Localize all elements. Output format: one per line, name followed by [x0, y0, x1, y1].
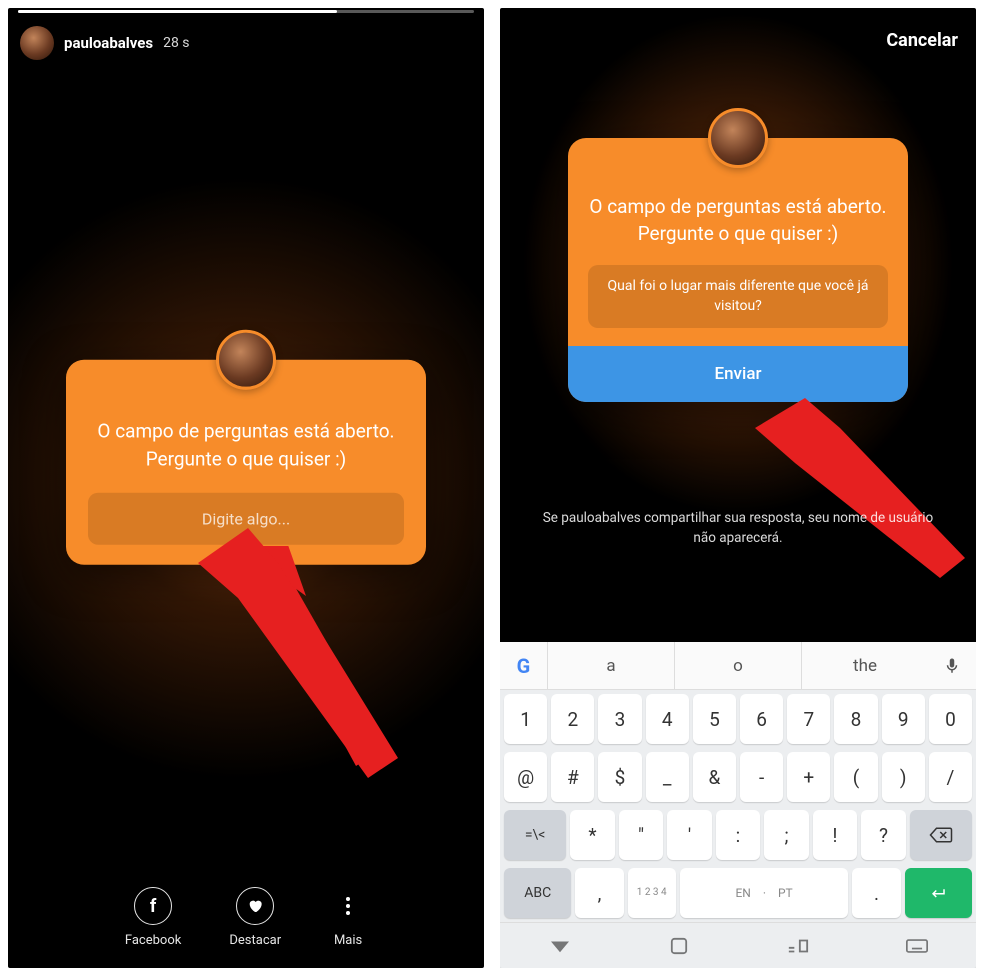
highlight-button[interactable]: Destacar — [229, 887, 281, 948]
share-facebook-button[interactable]: f Facebook — [125, 887, 181, 948]
key-4[interactable]: 4 — [646, 694, 689, 744]
nav-keyboard-switch[interactable] — [857, 923, 976, 968]
facebook-label: Facebook — [125, 933, 181, 948]
key-hash[interactable]: # — [551, 752, 594, 802]
key-3[interactable]: 3 — [598, 694, 641, 744]
heart-icon — [236, 887, 274, 925]
google-search-icon[interactable]: G — [500, 642, 548, 689]
key-rparen[interactable]: ) — [882, 752, 925, 802]
nav-hide-keyboard[interactable] — [500, 923, 619, 968]
key-plus[interactable]: + — [787, 752, 830, 802]
key-0[interactable]: 0 — [929, 694, 972, 744]
nav-home[interactable] — [619, 923, 738, 968]
keyboard-row-2: @ # $ _ & - + ( ) / — [500, 748, 976, 806]
highlight-label: Destacar — [229, 933, 281, 948]
key-8[interactable]: 8 — [834, 694, 877, 744]
story-header[interactable]: pauloabalves 28 s — [20, 26, 190, 60]
key-6[interactable]: 6 — [740, 694, 783, 744]
placeholder-text: Digite algo... — [202, 510, 290, 529]
story-progress-bar — [18, 10, 474, 13]
key-colon[interactable]: : — [716, 810, 760, 860]
key-bang[interactable]: ! — [813, 810, 857, 860]
question-prompt: O campo de perguntas está aberto. Pergun… — [588, 194, 888, 247]
key-1[interactable]: 1 — [504, 694, 547, 744]
key-underscore[interactable]: _ — [646, 752, 689, 802]
send-button[interactable]: Enviar — [568, 346, 908, 402]
key-lparen[interactable]: ( — [834, 752, 877, 802]
story-timestamp: 28 s — [163, 35, 189, 51]
question-input-value: Qual foi o lugar mais diferente que você… — [608, 278, 869, 314]
suggestion-1[interactable]: a — [548, 642, 675, 690]
question-reply-screen: Cancelar O campo de perguntas está abert… — [500, 8, 976, 968]
voice-input-icon[interactable] — [928, 657, 976, 675]
key-7[interactable]: 7 — [787, 694, 830, 744]
user-avatar-small[interactable] — [20, 26, 54, 60]
key-squote[interactable]: ' — [667, 810, 711, 860]
key-amp[interactable]: & — [693, 752, 736, 802]
key-2[interactable]: 2 — [551, 694, 594, 744]
symbols-toggle-key[interactable]: =\< — [504, 810, 566, 860]
username-label[interactable]: pauloabalves — [64, 34, 153, 52]
question-sticker[interactable]: O campo de perguntas está aberto. Pergun… — [66, 360, 426, 565]
suggestion-2[interactable]: o — [675, 642, 802, 690]
abc-toggle-key[interactable]: ABC — [504, 868, 571, 918]
question-input[interactable]: Qual foi o lugar mais diferente que você… — [588, 265, 888, 328]
question-sticker-active: O campo de perguntas está aberto. Pergun… — [568, 138, 908, 402]
sticker-avatar — [708, 108, 768, 168]
key-dquote[interactable]: " — [619, 810, 663, 860]
keyboard-row-4: ABC , 1 2 3 4 EN · PT . — [500, 864, 976, 922]
numpad-hint-key[interactable]: 1 2 3 4 — [628, 868, 676, 918]
space-lang-en: EN — [735, 886, 750, 900]
space-sep: · — [763, 886, 766, 900]
key-minus[interactable]: - — [740, 752, 783, 802]
question-prompt: O campo de perguntas está aberto. Pergun… — [88, 418, 404, 473]
key-5[interactable]: 5 — [693, 694, 736, 744]
keyboard-row-3: =\< * " ' : ; ! ? — [500, 806, 976, 864]
more-icon — [329, 887, 367, 925]
android-nav-bar — [500, 922, 976, 968]
question-input-placeholder[interactable]: Digite algo... — [88, 493, 404, 545]
story-footer-actions: f Facebook Destacar Mais — [8, 887, 484, 948]
key-at[interactable]: @ — [504, 752, 547, 802]
story-progress-fill — [18, 10, 337, 13]
sticker-avatar — [216, 330, 276, 390]
key-period[interactable]: . — [852, 868, 900, 918]
key-slash[interactable]: / — [929, 752, 972, 802]
keyboard-row-1: 1 2 3 4 5 6 7 8 9 0 — [500, 690, 976, 748]
privacy-disclaimer: Se pauloabalves compartilhar sua respost… — [538, 508, 938, 549]
key-star[interactable]: * — [570, 810, 614, 860]
key-semicolon[interactable]: ; — [764, 810, 808, 860]
nav-recents[interactable] — [738, 923, 857, 968]
more-button[interactable]: Mais — [329, 887, 367, 948]
key-comma[interactable]: , — [575, 868, 623, 918]
send-label: Enviar — [714, 364, 761, 384]
cancel-button[interactable]: Cancelar — [886, 30, 958, 51]
key-9[interactable]: 9 — [882, 694, 925, 744]
enter-key[interactable] — [905, 868, 972, 918]
suggestion-bar: G a o the — [500, 642, 976, 690]
key-question[interactable]: ? — [861, 810, 905, 860]
more-label: Mais — [334, 933, 362, 948]
soft-keyboard: G a o the 1 2 3 4 5 6 7 8 9 0 @ # $ — [500, 642, 976, 968]
key-dollar[interactable]: $ — [598, 752, 641, 802]
facebook-icon: f — [134, 887, 172, 925]
backspace-key[interactable] — [910, 810, 972, 860]
suggestion-3[interactable]: the — [802, 642, 928, 690]
space-key[interactable]: EN · PT — [680, 868, 849, 918]
story-view-screen: pauloabalves 28 s O campo de perguntas e… — [8, 8, 484, 968]
space-lang-pt: PT — [778, 886, 793, 900]
